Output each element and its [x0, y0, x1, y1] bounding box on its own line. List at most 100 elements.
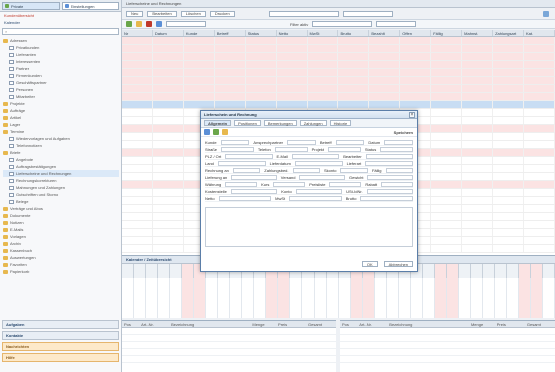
tree-item[interactable]: Briefe: [3, 149, 119, 156]
new-button[interactable]: Neu: [126, 10, 144, 17]
calendar-day-cell[interactable]: [375, 278, 387, 318]
column-header[interactable]: Pos: [122, 321, 139, 327]
calendar-day-header[interactable]: [182, 264, 195, 278]
calendar-day-header[interactable]: [446, 264, 459, 278]
tree-item[interactable]: Personen: [3, 86, 119, 93]
calendar-day-cell[interactable]: [254, 278, 267, 318]
period-field[interactable]: [342, 10, 393, 17]
edit-button[interactable]: Bearbeiten: [147, 10, 177, 17]
table-row[interactable]: [122, 101, 555, 109]
field-input[interactable]: [329, 181, 362, 187]
field-input[interactable]: [289, 195, 342, 201]
field-input[interactable]: [230, 188, 278, 194]
calendar-day-cell[interactable]: [471, 278, 483, 318]
calendar-day-cell[interactable]: [362, 278, 375, 318]
field-input[interactable]: [335, 139, 365, 145]
calendar-day-cell[interactable]: [543, 278, 555, 318]
table-row[interactable]: [122, 349, 336, 356]
search-field[interactable]: [268, 10, 339, 17]
calendar-day-cell[interactable]: [327, 278, 339, 318]
calendar-day-cell[interactable]: [507, 278, 520, 318]
field-input[interactable]: [274, 146, 308, 152]
calendar-day-cell[interactable]: [194, 278, 207, 318]
table-row[interactable]: [122, 53, 555, 61]
column-header[interactable]: Datum: [153, 30, 184, 36]
tree-item[interactable]: Favoriten: [3, 261, 119, 268]
field-input[interactable]: [273, 181, 306, 187]
field-input[interactable]: [218, 195, 272, 201]
calendar-day-header[interactable]: [531, 264, 544, 278]
table-row[interactable]: [122, 335, 336, 342]
help-icon[interactable]: [543, 10, 549, 17]
sidebar-section-tasks[interactable]: Aufgaben: [2, 320, 119, 329]
print-icon[interactable]: [213, 129, 219, 135]
calendar-day-cell[interactable]: [170, 278, 183, 318]
calendar-day-cell[interactable]: [290, 278, 303, 318]
calendar-day-cell[interactable]: [266, 278, 279, 318]
field-input[interactable]: [299, 174, 345, 180]
calendar-day-cell[interactable]: [206, 278, 219, 318]
print-button[interactable]: Drucken: [209, 10, 235, 17]
tree-item[interactable]: Interessenten: [3, 58, 119, 65]
sidebar-section-contacts[interactable]: Kontakte: [2, 331, 119, 340]
tree-item[interactable]: Mahnungen und Zahlungen: [3, 184, 119, 191]
calendar-day-cell[interactable]: [387, 278, 399, 318]
calendar-day-header[interactable]: [423, 264, 435, 278]
calendar-day-cell[interactable]: [182, 278, 195, 318]
column-header[interactable]: Brutto: [338, 30, 370, 36]
tree-item[interactable]: Privatkunden: [3, 44, 119, 51]
calendar-day-cell[interactable]: [146, 278, 159, 318]
tree-item[interactable]: Telefonnotizen: [3, 142, 119, 149]
column-header[interactable]: Fällig: [431, 30, 463, 36]
field-input[interactable]: [367, 174, 413, 180]
filter-select[interactable]: [166, 21, 206, 27]
field-input[interactable]: [225, 181, 258, 187]
tree-item[interactable]: Aufträge: [3, 107, 119, 114]
delete-button[interactable]: Löschen: [180, 10, 206, 17]
field-input[interactable]: [217, 160, 266, 166]
tree-item[interactable]: Lieferanten: [3, 51, 119, 58]
column-header[interactable]: Status: [246, 30, 277, 36]
calendar-day-cell[interactable]: [302, 278, 315, 318]
calendar-day-header[interactable]: [170, 264, 183, 278]
calendar-day-cell[interactable]: [230, 278, 243, 318]
field-input[interactable]: [360, 195, 414, 201]
calendar-day-cell[interactable]: [134, 278, 147, 318]
table-row[interactable]: [340, 342, 555, 349]
table-row[interactable]: [122, 85, 555, 93]
tree-item[interactable]: Wiedervorlagen und Aufgaben: [3, 135, 119, 142]
calendar-day-header[interactable]: [134, 264, 147, 278]
sidebar-section-messages[interactable]: Nachrichten: [2, 342, 119, 351]
field-input[interactable]: [221, 146, 254, 152]
table-row[interactable]: [122, 342, 336, 349]
column-header[interactable]: Preis: [495, 321, 525, 327]
sidebar-link-customers[interactable]: Kundenübersicht: [0, 12, 121, 19]
dialog-tab[interactable]: Historie: [329, 120, 352, 126]
calendar-day-cell[interactable]: [218, 278, 231, 318]
tree-item[interactable]: Artikel: [3, 114, 119, 121]
calendar-day-cell[interactable]: [459, 278, 471, 318]
field-input[interactable]: [385, 167, 413, 173]
column-header[interactable]: Bezahlt: [369, 30, 401, 36]
calendar-day-cell[interactable]: [122, 278, 135, 318]
field-input[interactable]: [291, 153, 340, 159]
calendar-day-cell[interactable]: [278, 278, 291, 318]
tree-item[interactable]: Kassenbuch: [3, 247, 119, 254]
calendar-day-header[interactable]: [495, 264, 507, 278]
ok-button[interactable]: OK: [361, 261, 378, 267]
tree-item[interactable]: Verträge und Abos: [3, 205, 119, 212]
field-input[interactable]: [365, 153, 413, 159]
calendar-day-header[interactable]: [471, 264, 483, 278]
calendar-day-cell[interactable]: [411, 278, 423, 318]
column-header[interactable]: Betreff: [215, 30, 246, 36]
sidebar-section-help[interactable]: Hilfe: [2, 353, 119, 362]
calendar-day-cell[interactable]: [399, 278, 411, 318]
cancel-button[interactable]: Abbrechen: [383, 261, 413, 267]
column-header[interactable]: Gesamt: [306, 321, 336, 327]
dialog-save-label[interactable]: Speichern: [394, 130, 413, 135]
remarks-textarea[interactable]: [205, 207, 413, 247]
table-row[interactable]: [340, 328, 555, 335]
field-input[interactable]: [340, 167, 368, 173]
tree-item[interactable]: Adressen: [3, 37, 119, 44]
dialog-tab[interactable]: Zahlungen: [299, 120, 327, 126]
